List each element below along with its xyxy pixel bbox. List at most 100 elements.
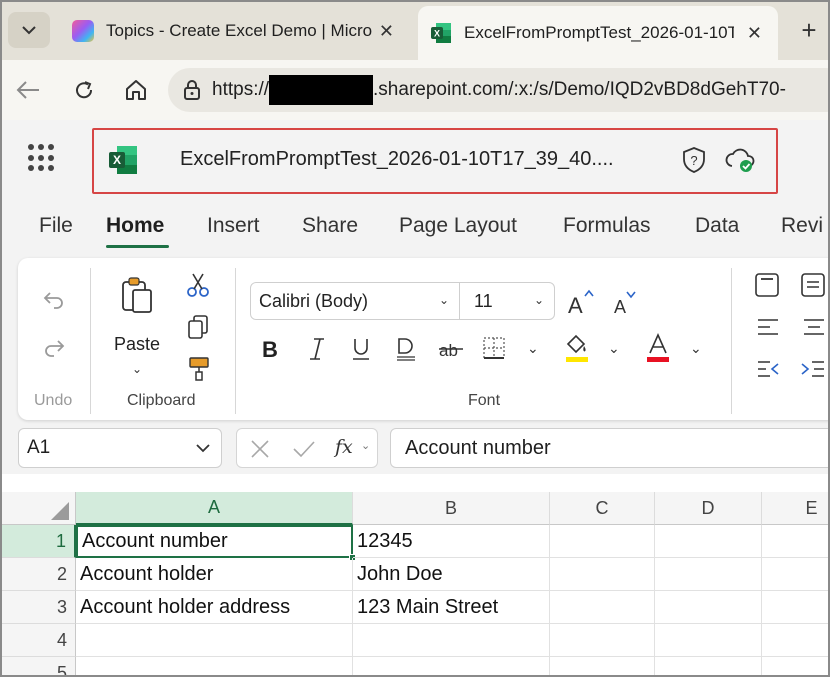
tab-page-layout[interactable]: Page Layout [399,214,517,238]
cell-d2[interactable] [655,558,762,591]
double-underline-icon[interactable] [394,336,418,362]
tab-home[interactable]: Home [106,214,164,238]
insert-function-fx-icon[interactable]: fx [335,436,353,458]
cell-d1[interactable] [655,525,762,558]
cell-c5[interactable] [550,657,655,675]
address-bar[interactable]: https:// .sharepoint.com/:x:/s/Demo/IQD2… [168,68,828,112]
font-color-dropdown-chevron-icon[interactable]: ⌄ [690,340,702,357]
italic-icon[interactable] [306,336,328,362]
row-header[interactable]: 4 [2,624,76,657]
cell-a4[interactable] [76,624,353,657]
cell-b4[interactable] [353,624,550,657]
document-title[interactable]: ExcelFromPromptTest_2026-01-10T17_39_40.… [180,148,614,171]
cell-b2[interactable]: John Doe [353,558,550,591]
enter-check-icon[interactable] [291,438,317,460]
home-button[interactable] [120,74,152,106]
cloud-saved-icon[interactable] [724,146,756,174]
cell-b5[interactable] [353,657,550,675]
name-box-value: A1 [27,437,51,458]
cell-d4[interactable] [655,624,762,657]
column-header-b[interactable]: B [353,492,550,525]
tab-title: ExcelFromPromptTest_2026-01-10T [464,23,734,42]
fill-color-icon[interactable] [564,332,590,364]
tab-review[interactable]: Revi [781,214,823,238]
align-center-icon[interactable] [802,316,826,338]
cell-c2[interactable] [550,558,655,591]
bold-icon[interactable]: B [260,336,282,362]
paste-dropdown-chevron-icon[interactable]: ⌄ [132,362,142,376]
column-header-a[interactable]: A [76,492,353,525]
strikethrough-icon[interactable]: ab [438,336,464,362]
cell-b3[interactable]: 123 Main Street [353,591,550,624]
cell-e5[interactable] [762,657,828,675]
cell-c4[interactable] [550,624,655,657]
tab-file[interactable]: File [39,214,73,238]
underline-icon[interactable] [350,336,372,362]
cancel-icon[interactable] [249,438,271,460]
fill-color-dropdown-chevron-icon[interactable]: ⌄ [608,340,620,357]
cell-a1[interactable]: Account number [76,525,353,558]
cut-icon[interactable] [186,272,210,298]
refresh-button[interactable] [68,74,100,106]
cell-d3[interactable] [655,591,762,624]
format-painter-icon[interactable] [188,356,210,382]
cell-e3[interactable] [762,591,828,624]
decrease-indent-icon[interactable] [756,358,782,380]
font-family-dropdown[interactable]: Calibri (Body) ⌄ [250,282,460,320]
cell-c1[interactable] [550,525,655,558]
align-middle-icon[interactable] [800,272,826,298]
column-header-e[interactable]: E [762,492,828,525]
redo-icon[interactable] [42,336,66,360]
shield-question-icon[interactable]: ? [680,146,708,174]
cell-a2[interactable]: Account holder [76,558,353,591]
new-tab-button[interactable]: + [792,12,826,48]
row-header[interactable]: 5 [2,657,76,675]
cell-e1[interactable] [762,525,828,558]
paste-button-label[interactable]: Paste [114,334,160,355]
cell-b1[interactable]: 12345 [353,525,550,558]
borders-icon[interactable] [482,336,506,360]
chevron-down-icon[interactable]: ⌄ [361,439,370,452]
borders-dropdown-chevron-icon[interactable]: ⌄ [527,340,539,357]
app-launcher-icon[interactable] [28,144,56,172]
name-box[interactable]: A1 [18,428,222,468]
undo-icon[interactable] [42,288,66,312]
tab-title: Topics - Create Excel Demo | Micro [106,21,373,40]
arrow-left-icon [16,81,39,99]
decrease-font-size-icon[interactable]: A [612,288,640,316]
cell-e4[interactable] [762,624,828,657]
cell-d5[interactable] [655,657,762,675]
align-top-icon[interactable] [754,272,780,298]
undo-group-label: Undo [34,392,73,409]
cell-c3[interactable] [550,591,655,624]
font-color-icon[interactable] [646,332,670,364]
cell-e2[interactable] [762,558,828,591]
cell-a3[interactable]: Account holder address [76,591,353,624]
browser-tab-topics[interactable]: Topics - Create Excel Demo | Micro ✕ [60,8,410,54]
formula-input[interactable]: Account number [390,428,828,468]
close-icon[interactable]: ✕ [379,21,394,42]
back-button[interactable] [12,74,44,106]
svg-text:A: A [568,293,583,316]
close-icon[interactable]: ✕ [747,23,762,44]
row-header[interactable]: 2 [2,558,76,591]
column-header-d[interactable]: D [655,492,762,525]
increase-font-size-icon[interactable]: A [566,288,596,316]
cell-a5[interactable] [76,657,353,675]
svg-text:X: X [113,153,121,167]
align-left-icon[interactable] [756,316,780,338]
row-header[interactable]: 1 [2,525,76,558]
column-header-c[interactable]: C [550,492,655,525]
row-header[interactable]: 3 [2,591,76,624]
tab-share[interactable]: Share [302,214,358,238]
browser-tab-excel[interactable]: X ExcelFromPromptTest_2026-01-10T ✕ [418,6,778,60]
increase-indent-icon[interactable] [800,358,826,380]
tab-data[interactable]: Data [695,214,739,238]
tab-actions-menu-button[interactable] [8,12,50,48]
font-size-dropdown[interactable]: 11 ⌄ [459,282,555,320]
paste-icon[interactable] [120,276,154,314]
select-all-corner[interactable] [2,492,76,525]
tab-formulas[interactable]: Formulas [563,214,651,238]
tab-insert[interactable]: Insert [207,214,260,238]
copy-icon[interactable] [187,314,209,340]
